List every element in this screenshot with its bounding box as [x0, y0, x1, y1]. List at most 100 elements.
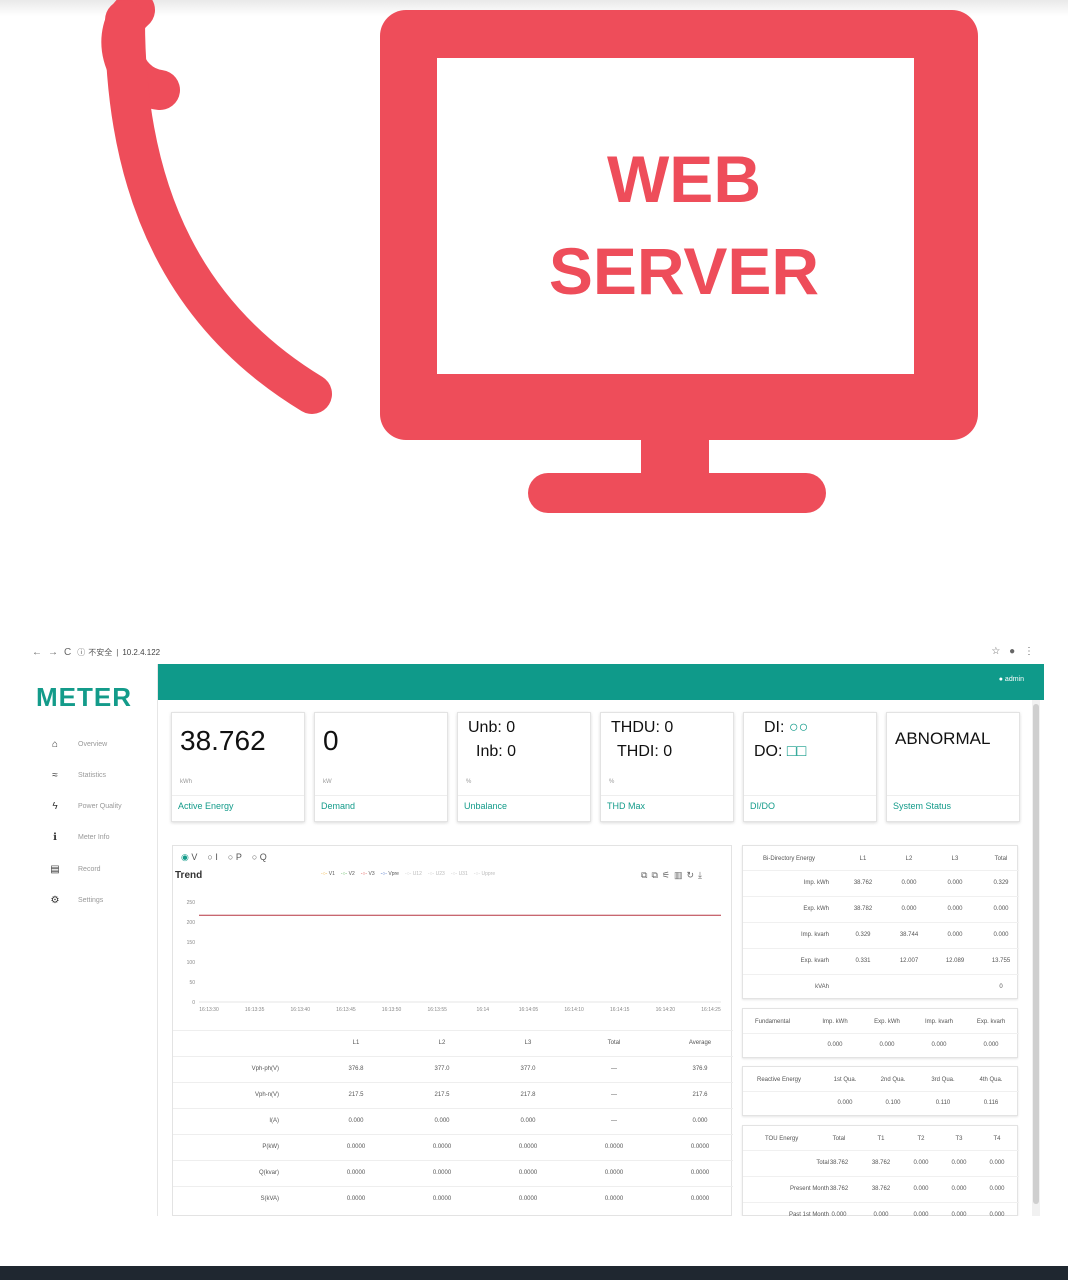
chart-tool-icon[interactable]: ↻ — [686, 870, 694, 881]
url-text[interactable]: 10.2.4.122 — [122, 648, 160, 657]
chart-tool-icon[interactable]: ▥ — [674, 870, 683, 881]
web-text: WEB — [607, 142, 761, 216]
radio-v[interactable]: ◉ V — [181, 852, 197, 863]
forward-icon[interactable]: → — [48, 647, 58, 658]
card-unbalance[interactable]: Unb: 0 Inb: 0 % Unbalance — [457, 712, 591, 822]
card-divider — [172, 795, 304, 796]
table-cell: 0.0000 — [690, 1196, 710, 1202]
table-row: Imp. kvarh 0.329 38.744 0.000 0.000 — [743, 922, 1019, 948]
table-cell: — — [611, 1118, 617, 1124]
legend-item[interactable]: -○- U31 — [451, 871, 468, 877]
table-cell: 217.5 — [434, 1092, 450, 1098]
legend-item[interactable]: -○- U12 — [405, 871, 422, 877]
table-row: Vph-n(V) 217.5 217.5 217.8 — 217.6 — [173, 1082, 733, 1108]
card-label: THD Max — [607, 801, 645, 811]
user-menu[interactable]: ● admin — [999, 676, 1024, 683]
table-cell: 0.0000 — [690, 1170, 710, 1176]
table-cell: 0.000 — [931, 1042, 947, 1048]
legend-item[interactable]: -○- V3 — [361, 871, 375, 877]
sidebar-item-record[interactable]: ▤ Record — [48, 859, 148, 879]
table-cell: 217.6 — [692, 1092, 708, 1098]
table-row: Total 38.762 38.762 0.000 0.000 0.000 — [743, 1150, 1019, 1176]
x-tick-label: 16:14:15 — [610, 1007, 630, 1013]
column-header: L1 — [859, 856, 867, 862]
chart-tool-icon[interactable]: ⧉ — [641, 870, 647, 881]
table-cell: 0.0000 — [346, 1196, 366, 1202]
sidebar-item-statistics[interactable]: ≈ Statistics — [48, 765, 148, 785]
x-tick-label: 16:13:55 — [427, 1007, 447, 1013]
column-header: 2nd Qua. — [880, 1077, 906, 1083]
chart-tool-icon[interactable]: ⤓ — [698, 870, 702, 881]
table-cell: 0.000 — [901, 906, 917, 912]
table-cell: 0.0000 — [604, 1170, 624, 1176]
sidebar: METER ⌂ Overview ≈ Statistics ϟ Power Qu… — [26, 664, 158, 1216]
card-system-status[interactable]: ABNORMAL System Status — [886, 712, 1020, 822]
card-active-energy[interactable]: 38.762 kWh Active Energy — [171, 712, 305, 822]
radio-label: Q — [259, 852, 267, 862]
sidebar-item-overview[interactable]: ⌂ Overview — [48, 734, 148, 754]
page-scrollbar[interactable] — [1032, 700, 1040, 1216]
menu-icon[interactable]: ⋮ — [1024, 646, 1034, 657]
card-divider — [315, 795, 447, 796]
reload-icon[interactable]: C — [64, 647, 71, 658]
chart-tool-icon[interactable]: ⧉ — [651, 870, 657, 881]
sidebar-item-label: Overview — [78, 740, 108, 748]
radio-icon: ○ — [227, 852, 234, 862]
card-thd-max[interactable]: THDU: 0 THDI: 0 % THD Max — [600, 712, 734, 822]
table-cell: 0.100 — [885, 1100, 901, 1106]
table-cell: 0.000 — [837, 1100, 853, 1106]
column-header: Imp. kvarh — [924, 1019, 953, 1025]
table-row: 0.000 0.000 0.000 0.000 — [743, 1033, 1019, 1057]
radio-q[interactable]: ○ Q — [252, 852, 267, 863]
y-tick-label: 100 — [187, 960, 196, 966]
sidebar-item-power-quality[interactable]: ϟ Power Quality — [48, 796, 148, 816]
table-row: Imp. kWh 38.762 0.000 0.000 0.329 — [743, 870, 1019, 896]
table-cell: 0.0000 — [604, 1196, 624, 1202]
legend-item[interactable]: -○- V1 — [321, 871, 335, 877]
radio-i[interactable]: ○ I — [207, 852, 217, 863]
table-cell: 0.000 — [989, 1186, 1005, 1192]
table-cell: Imp. kWh — [803, 880, 829, 886]
table-cell: 12.007 — [899, 958, 919, 964]
legend-item[interactable]: -○- V2 — [341, 871, 355, 877]
chart-tool-icon[interactable]: ⚟ — [662, 870, 670, 881]
legend-label: V2 — [348, 871, 355, 877]
table-row: Vph-ph(V) 376.8 377.0 377.0 — 376.9 — [173, 1056, 733, 1082]
scrollbar-thumb[interactable] — [1033, 704, 1039, 1204]
thd-i: THDI: 0 — [617, 743, 673, 760]
unbalance-i: Inb: 0 — [476, 743, 517, 760]
legend-item[interactable]: -○- Vpre — [381, 871, 399, 877]
url-divider: | — [116, 647, 119, 657]
table-cell: 38.782 — [853, 906, 873, 912]
sidebar-item-meter-info[interactable]: ℹ Meter Info — [48, 827, 148, 847]
back-icon[interactable]: ← — [32, 647, 42, 658]
table-row: Exp. kWh 38.782 0.000 0.000 0.000 — [743, 896, 1019, 922]
table-cell: 0.110 — [935, 1100, 951, 1106]
table-cell: 0.000 — [827, 1042, 843, 1048]
legend-item[interactable]: -○- U23 — [428, 871, 445, 877]
table-cell: 0.000 — [348, 1118, 364, 1124]
legend-item[interactable]: -○- Uppre — [474, 871, 495, 877]
table-cell: 0.000 — [434, 1118, 450, 1124]
card-demand[interactable]: 0 kW Demand — [314, 712, 448, 822]
table-row: S(kVA) 0.0000 0.0000 0.0000 0.0000 0.0000 — [173, 1186, 733, 1212]
top-bar: ● admin — [158, 664, 1044, 700]
table-cell: kVAh — [815, 984, 829, 990]
x-tick-label: 16:14:05 — [519, 1007, 539, 1013]
account-icon[interactable]: ● — [1009, 646, 1015, 657]
star-icon[interactable]: ☆ — [991, 646, 1000, 657]
table-cell: 0.000 — [901, 880, 917, 886]
sidebar-item-settings[interactable]: ⚙ Settings — [48, 890, 148, 910]
column-header: Bi-Directory Energy — [763, 856, 816, 862]
y-tick-label: 250 — [187, 900, 196, 906]
trend-legend: -○- V1 -○- V2 -○- V3 -○- Vpre -○- U12 -○- U23… — [321, 871, 495, 877]
table-cell: 0.000 — [983, 1042, 999, 1048]
column-header: Exp. kvarh — [976, 1019, 1006, 1025]
card-label: Active Energy — [178, 801, 234, 811]
card-di-do[interactable]: DI: ○○ DO: □□ DI/DO — [743, 712, 877, 822]
legend-marker-icon: -○- — [450, 871, 458, 877]
radio-p[interactable]: ○ P — [228, 852, 242, 863]
tou-energy-panel: TOU Energy Total T1 T2 T3 T4 Total 38.762 38.762… — [742, 1125, 1019, 1216]
table-cell: 0.000 — [993, 906, 1009, 912]
x-tick-label: 16:14:25 — [701, 1007, 721, 1013]
